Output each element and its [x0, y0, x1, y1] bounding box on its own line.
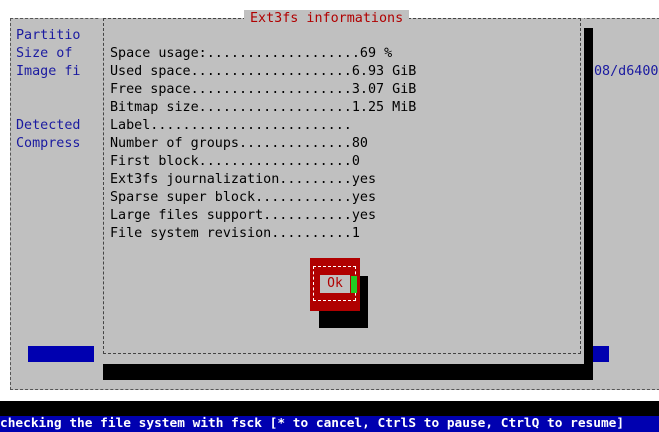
info-sparse-super-block: Sparse super block............yes: [110, 190, 377, 205]
bg-label-image-file: Image fi: [16, 64, 81, 79]
terminal-screen: Partitio Size of Image fi Detected Compr…: [0, 0, 659, 432]
progress-bar-right: [593, 346, 609, 362]
bg-label-partition: Partitio: [16, 28, 81, 43]
info-large-files-support: Large files support...........yes: [110, 208, 377, 223]
dialog-shadow-bottom: [103, 364, 593, 380]
info-used-space: Used space....................6.93 GiB: [110, 64, 417, 79]
bg-label-detected: Detected: [16, 118, 81, 133]
info-free-space: Free space....................3.07 GiB: [110, 82, 417, 97]
info-space-usage: Space usage:...................69 %: [110, 46, 393, 61]
info-bitmap-size: Bitmap size...................1.25 MiB: [110, 100, 417, 115]
progress-bar-left: [28, 346, 94, 362]
ok-button[interactable]: Ok: [320, 275, 350, 293]
info-number-of-groups: Number of groups..............80: [110, 136, 368, 151]
bg-image-path: 08/d6400: [594, 64, 659, 79]
dialog-title: Ext3fs informations: [244, 10, 410, 28]
bg-label-size: Size of: [16, 46, 73, 61]
info-journalization: Ext3fs journalization.........yes: [110, 172, 377, 187]
dialog-shadow-right: [584, 28, 593, 373]
bg-label-compress: Compress: [16, 136, 81, 151]
status-message: checking the file system with fsck [* to…: [0, 416, 659, 432]
text-cursor: [351, 276, 357, 293]
info-fs-revision: File system revision..........1: [110, 226, 360, 241]
info-first-block: First block...................0: [110, 154, 360, 169]
info-label: Label.........................: [110, 118, 352, 133]
